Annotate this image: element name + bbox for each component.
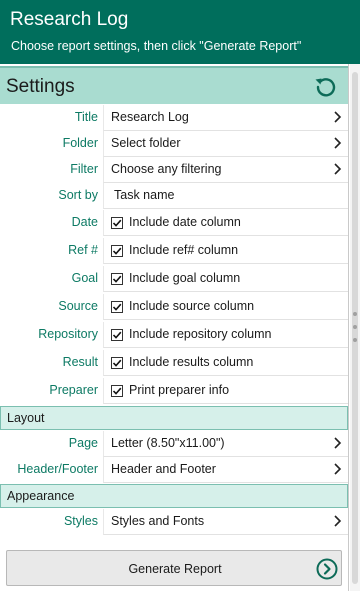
appearance-section-header: Appearance bbox=[0, 484, 348, 508]
date-checkbox-field[interactable]: Include date column bbox=[103, 210, 348, 236]
source-checkbox[interactable] bbox=[111, 301, 123, 313]
grip-dot bbox=[353, 312, 357, 316]
date-checkbox-label: Include date column bbox=[129, 215, 241, 229]
check-icon bbox=[112, 303, 122, 311]
filter-value: Choose any filtering bbox=[111, 162, 222, 176]
page-value: Letter (8.50"x11.00") bbox=[111, 436, 225, 450]
styles-row: Styles Styles and Fonts bbox=[0, 509, 348, 535]
headerfooter-label: Header/Footer bbox=[17, 462, 98, 476]
preparer-checkbox[interactable] bbox=[111, 385, 123, 397]
chevron-right-icon bbox=[334, 437, 342, 449]
layout-section-header: Layout bbox=[0, 406, 348, 430]
styles-label: Styles bbox=[63, 514, 98, 528]
settings-section-header: Settings bbox=[0, 66, 348, 104]
title-value: Research Log bbox=[111, 110, 189, 124]
folder-row: Folder Select folder bbox=[0, 131, 348, 157]
check-icon bbox=[112, 359, 122, 367]
repository-label: Repository bbox=[38, 327, 98, 341]
source-row: Source Include source column bbox=[0, 294, 348, 320]
date-checkbox[interactable] bbox=[111, 217, 123, 229]
filter-selector[interactable]: Choose any filtering bbox=[103, 157, 348, 183]
ref-checkbox-label: Include ref# column bbox=[129, 243, 239, 257]
folder-selector[interactable]: Select folder bbox=[103, 131, 348, 157]
sortby-label: Sort by bbox=[58, 188, 98, 202]
folder-label: Folder bbox=[62, 136, 98, 150]
window-title: Research Log bbox=[10, 9, 129, 30]
filter-row: Filter Choose any filtering bbox=[0, 157, 348, 183]
date-row: Date Include date column bbox=[0, 210, 348, 236]
chevron-right-icon bbox=[334, 463, 342, 475]
check-icon bbox=[112, 387, 122, 395]
repository-checkbox-label: Include repository column bbox=[129, 327, 272, 341]
goal-checkbox[interactable] bbox=[111, 273, 123, 285]
goal-checkbox-label: Include goal column bbox=[129, 271, 241, 285]
appearance-label: Appearance bbox=[7, 489, 75, 503]
source-checkbox-field[interactable]: Include source column bbox=[103, 294, 348, 320]
grip-dot bbox=[353, 338, 357, 342]
generate-report-button[interactable]: Generate Report bbox=[6, 550, 342, 586]
title-label: Title bbox=[74, 110, 98, 124]
title-row: Title Research Log bbox=[0, 105, 348, 131]
result-checkbox[interactable] bbox=[111, 357, 123, 369]
sortby-value: Task name bbox=[114, 188, 175, 202]
ref-label: Ref # bbox=[68, 243, 98, 257]
styles-selector[interactable]: Styles and Fonts bbox=[103, 509, 348, 535]
check-icon bbox=[112, 331, 122, 339]
sortby-row: Sort by Task name bbox=[0, 183, 348, 209]
filter-label: Filter bbox=[70, 162, 98, 176]
ref-row: Ref # Include ref# column bbox=[0, 238, 348, 264]
layout-label: Layout bbox=[7, 411, 45, 425]
date-label: Date bbox=[71, 215, 98, 229]
result-label: Result bbox=[62, 355, 98, 369]
header-subtitle: Choose report settings, then click "Gene… bbox=[11, 39, 302, 53]
page-label: Page bbox=[68, 436, 98, 450]
check-icon bbox=[112, 275, 122, 283]
headerfooter-row: Header/Footer Header and Footer bbox=[0, 457, 348, 483]
arrow-circle-right-icon bbox=[316, 558, 338, 580]
repository-checkbox-field[interactable]: Include repository column bbox=[103, 322, 348, 348]
result-checkbox-label: Include results column bbox=[129, 355, 254, 369]
headerfooter-value: Header and Footer bbox=[111, 462, 216, 476]
sortby-field[interactable]: Task name bbox=[103, 183, 348, 209]
chevron-right-icon bbox=[334, 137, 342, 149]
panel-splitter[interactable] bbox=[350, 308, 360, 348]
chevron-right-icon bbox=[334, 163, 342, 175]
page-selector[interactable]: Letter (8.50"x11.00") bbox=[103, 431, 348, 457]
preparer-row: Preparer Print preparer info bbox=[0, 378, 348, 404]
source-label: Source bbox=[58, 299, 98, 313]
ref-checkbox-field[interactable]: Include ref# column bbox=[103, 238, 348, 264]
goal-row: Goal Include goal column bbox=[0, 266, 348, 292]
page-row: Page Letter (8.50"x11.00") bbox=[0, 431, 348, 457]
check-icon bbox=[112, 247, 122, 255]
settings-label: Settings bbox=[6, 76, 75, 97]
repository-row: Repository Include repository column bbox=[0, 322, 348, 348]
result-checkbox-field[interactable]: Include results column bbox=[103, 350, 348, 376]
ref-checkbox[interactable] bbox=[111, 245, 123, 257]
repository-checkbox[interactable] bbox=[111, 329, 123, 341]
preparer-checkbox-field[interactable]: Print preparer info bbox=[103, 378, 348, 404]
goal-label: Goal bbox=[71, 271, 98, 285]
refresh-icon bbox=[315, 78, 336, 97]
chevron-right-icon bbox=[334, 515, 342, 527]
check-icon bbox=[112, 219, 122, 227]
chevron-right-icon bbox=[334, 111, 342, 123]
app-header: Research Log Choose report settings, the… bbox=[0, 0, 360, 64]
title-selector[interactable]: Research Log bbox=[103, 105, 348, 131]
preparer-checkbox-label: Print preparer info bbox=[129, 383, 230, 397]
result-row: Result Include results column bbox=[0, 350, 348, 376]
folder-value: Select folder bbox=[111, 136, 181, 150]
goal-checkbox-field[interactable]: Include goal column bbox=[103, 266, 348, 292]
reset-settings-button[interactable] bbox=[312, 73, 340, 101]
grip-dot bbox=[353, 325, 357, 329]
generate-report-label: Generate Report bbox=[128, 562, 222, 576]
source-checkbox-label: Include source column bbox=[129, 299, 255, 313]
preparer-label: Preparer bbox=[49, 383, 98, 397]
styles-value: Styles and Fonts bbox=[111, 514, 205, 528]
headerfooter-selector[interactable]: Header and Footer bbox=[103, 457, 348, 483]
